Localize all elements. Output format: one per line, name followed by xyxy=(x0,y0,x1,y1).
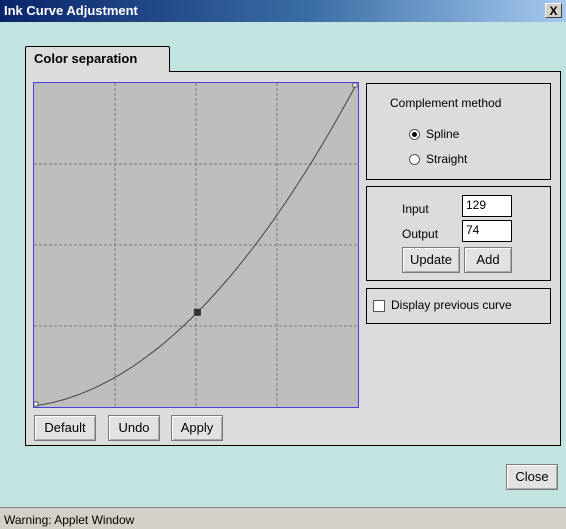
spline-label: Spline xyxy=(426,127,460,141)
default-button[interactable]: Default xyxy=(34,415,96,441)
output-label: Output xyxy=(402,227,439,241)
window-title: Ink Curve Adjustment xyxy=(4,3,138,18)
complement-method-title: Complement method xyxy=(390,96,502,110)
update-button[interactable]: Update xyxy=(402,247,460,273)
close-button[interactable]: Close xyxy=(506,464,558,490)
straight-label: Straight xyxy=(426,152,468,166)
window-close-icon[interactable]: X xyxy=(545,3,562,18)
curve-end-point xyxy=(352,83,358,88)
input-label: Input xyxy=(402,202,429,216)
title-bar: Ink Curve Adjustment X xyxy=(0,0,566,22)
display-previous-checkbox[interactable] xyxy=(373,300,385,312)
undo-button[interactable]: Undo xyxy=(108,415,160,441)
output-field[interactable]: 74 xyxy=(462,220,512,242)
curve-start-point xyxy=(34,401,39,407)
tab-color-separation[interactable]: Color separation xyxy=(25,46,170,72)
curve-graph[interactable] xyxy=(33,82,359,408)
complement-method-group: Complement method Spline Straight xyxy=(366,83,551,180)
display-previous-label: Display previous curve xyxy=(391,298,512,312)
apply-button[interactable]: Apply xyxy=(171,415,223,441)
selected-control-point xyxy=(193,308,201,316)
input-field[interactable]: 129 xyxy=(462,195,512,217)
add-button[interactable]: Add xyxy=(464,247,512,273)
display-previous-group: Display previous curve xyxy=(366,288,551,324)
status-bar: Warning: Applet Window xyxy=(0,507,566,529)
straight-radio[interactable] xyxy=(409,154,420,165)
point-editor-group: Input 129 Output 74 Update Add xyxy=(366,186,551,281)
spline-radio[interactable] xyxy=(409,129,420,140)
curve-canvas xyxy=(34,83,358,407)
